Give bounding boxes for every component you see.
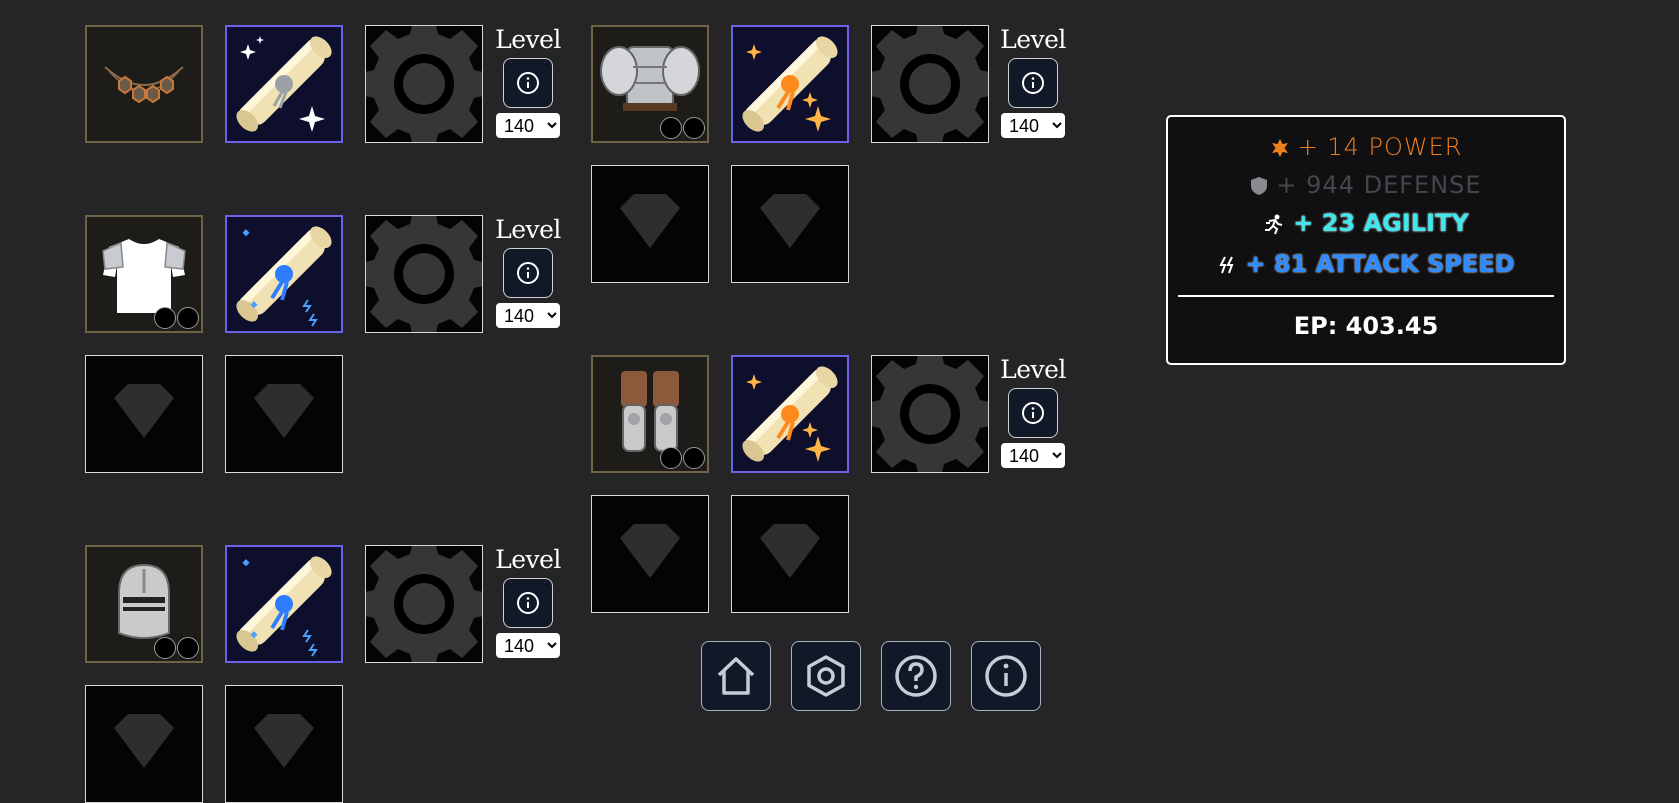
- level-label: Level: [1000, 25, 1066, 54]
- info-icon: [517, 262, 539, 284]
- rune-gear-slot[interactable]: [365, 25, 483, 143]
- settings-button[interactable]: [791, 641, 861, 711]
- help-button[interactable]: [881, 641, 951, 711]
- level-info-button[interactable]: [503, 578, 553, 628]
- level-info-button[interactable]: [1008, 58, 1058, 108]
- socket-indicators: [660, 447, 705, 469]
- gem-slot[interactable]: [591, 165, 709, 283]
- lightning-icon: [1219, 256, 1234, 274]
- level-info-button[interactable]: [503, 58, 553, 108]
- gem-slot[interactable]: [225, 355, 343, 473]
- level-select[interactable]: 140: [496, 113, 560, 138]
- enchant-scroll-slot[interactable]: [225, 545, 343, 663]
- info-icon: [1022, 402, 1044, 424]
- ep-value: EP: 403.45: [1293, 312, 1439, 340]
- gem-slot[interactable]: [591, 495, 709, 613]
- gem-slot[interactable]: [85, 685, 203, 803]
- home-icon: [717, 657, 755, 695]
- info-icon: [517, 592, 539, 614]
- rune-gear-slot[interactable]: [365, 215, 483, 333]
- rune-gear-slot[interactable]: [871, 355, 989, 473]
- stat-attack-speed-text: + 81 ATTACK SPEED: [1245, 250, 1515, 278]
- level-info-button[interactable]: [503, 248, 553, 298]
- level-control-pants: Level 140: [999, 355, 1067, 468]
- necklace-slot[interactable]: [85, 25, 203, 143]
- level-select[interactable]: 140: [496, 303, 560, 328]
- level-info-button[interactable]: [1008, 388, 1058, 438]
- stats-panel: + 14 POWER + 944 DEFENSE + 23 AGILITY + …: [1166, 115, 1566, 365]
- stat-power-text: + 14 POWER: [1297, 133, 1463, 161]
- enchant-scroll-slot[interactable]: [225, 25, 343, 143]
- settings-icon: [807, 655, 845, 697]
- helmet-slot[interactable]: [85, 545, 203, 663]
- level-select[interactable]: 140: [496, 633, 560, 658]
- level-control-shoulder: Level 140: [999, 25, 1067, 138]
- enchant-scroll-slot[interactable]: [225, 215, 343, 333]
- level-label: Level: [495, 545, 561, 574]
- enchant-scroll-slot[interactable]: [731, 355, 849, 473]
- running-figure-icon: [1265, 214, 1283, 235]
- level-label: Level: [1000, 355, 1066, 384]
- gem-slot[interactable]: [225, 685, 343, 803]
- chest-armor-slot[interactable]: [85, 215, 203, 333]
- stat-agility: + 23 AGILITY: [1168, 208, 1564, 238]
- home-button[interactable]: [701, 641, 771, 711]
- level-control-necklace: Level 140: [494, 25, 562, 138]
- level-select[interactable]: 140: [1001, 443, 1065, 468]
- socket-indicators: [154, 307, 199, 329]
- level-label: Level: [495, 25, 561, 54]
- info-icon: [517, 72, 539, 94]
- info-button[interactable]: [971, 641, 1041, 711]
- power-star-icon: [1271, 139, 1288, 157]
- gem-slot[interactable]: [731, 495, 849, 613]
- stat-defense-text: + 944 DEFENSE: [1276, 171, 1482, 199]
- level-control-helmet: Level 140: [494, 545, 562, 658]
- gem-slot[interactable]: [731, 165, 849, 283]
- stat-agility-text: + 23 AGILITY: [1293, 209, 1469, 237]
- level-label: Level: [495, 215, 561, 244]
- rune-gear-slot[interactable]: [365, 545, 483, 663]
- stats-divider: [1178, 295, 1554, 297]
- level-control-chest: Level 140: [494, 215, 562, 328]
- info-icon: [985, 655, 1027, 697]
- socket-indicators: [154, 637, 199, 659]
- help-icon: [895, 655, 937, 697]
- shoulder-armor-slot[interactable]: [591, 25, 709, 143]
- enchant-scroll-slot[interactable]: [731, 25, 849, 143]
- stat-attack-speed: + 81 ATTACK SPEED: [1168, 249, 1564, 279]
- gem-slot[interactable]: [85, 355, 203, 473]
- pants-armor-slot[interactable]: [591, 355, 709, 473]
- rune-gear-slot[interactable]: [871, 25, 989, 143]
- info-icon: [1022, 72, 1044, 94]
- stat-power: + 14 POWER: [1168, 132, 1564, 162]
- level-select[interactable]: 140: [1001, 113, 1065, 138]
- stat-defense: + 944 DEFENSE: [1168, 170, 1564, 200]
- socket-indicators: [660, 117, 705, 139]
- shield-icon: [1251, 177, 1268, 195]
